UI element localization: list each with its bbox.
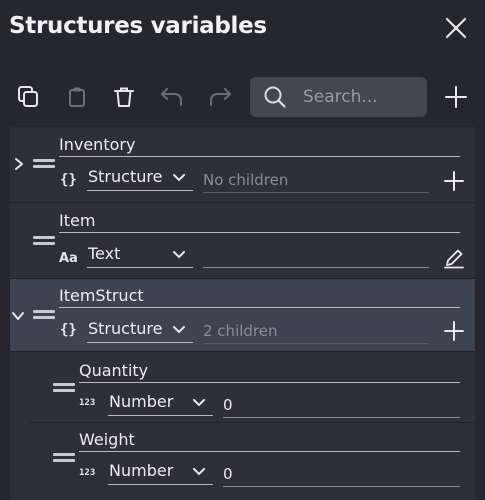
trash-icon[interactable] [110,83,138,111]
children-summary-text: No children [203,171,289,189]
chevron-down-icon [193,399,205,407]
type-select[interactable]: Number [108,461,213,485]
structure-type-icon: {} [60,172,77,188]
chevron-down-icon [173,174,185,182]
text-value-field[interactable] [203,244,429,268]
variable-name[interactable]: Weight [79,430,460,452]
variable-row-inventory[interactable]: Inventory {} Structure No children [10,127,475,203]
chevron-down-icon [173,251,185,259]
drag-handle-icon[interactable] [33,159,55,169]
add-child-icon[interactable] [443,320,465,342]
structure-type-icon: {} [60,322,77,338]
add-variable-icon[interactable] [442,83,470,111]
paste-icon[interactable] [63,83,91,111]
chevron-down-icon [173,326,185,334]
variable-row-item[interactable]: Item Aa Text [10,203,475,279]
type-select[interactable]: Number [108,392,213,416]
toolbar: Search... [0,74,485,120]
type-select-value: Number [109,392,174,411]
type-select-value: Number [109,461,174,480]
number-value: 0 [223,465,233,483]
undo-icon[interactable] [158,83,186,111]
copy-icon[interactable] [15,83,43,111]
type-select[interactable]: Structure [87,319,193,343]
search-icon [264,86,286,108]
chevron-right-icon[interactable] [12,157,26,171]
drag-handle-icon[interactable] [33,236,55,246]
variable-name[interactable]: Item [59,211,460,233]
edit-icon[interactable] [443,247,465,269]
variable-name[interactable]: Inventory [59,135,460,157]
redo-icon[interactable] [206,83,234,111]
chevron-down-icon [193,468,205,476]
search-placeholder: Search... [303,87,378,107]
drag-handle-icon[interactable] [33,310,55,320]
children-summary: No children [203,169,429,193]
variables-list: Inventory {} Structure No children Item … [10,127,475,500]
close-icon[interactable] [442,14,470,42]
variable-row-quantity[interactable]: Quantity 123 Number 0 [30,352,475,423]
number-value-field[interactable]: 0 [223,463,460,487]
type-select-value: Text [88,244,121,263]
number-type-icon: 123 [79,468,96,478]
drag-handle-icon[interactable] [53,383,75,393]
number-value: 0 [223,396,233,414]
search-input[interactable]: Search... [250,77,427,117]
variable-name[interactable]: Quantity [79,361,460,383]
variable-name[interactable]: ItemStruct [59,286,460,308]
drag-handle-icon[interactable] [53,453,75,463]
panel-header: Structures variables [0,0,485,56]
type-select-value: Structure [88,319,163,338]
type-select[interactable]: Structure [87,167,193,191]
type-select-value: Structure [88,167,163,186]
variable-row-weight[interactable]: Weight 123 Number 0 [30,423,475,500]
type-select[interactable]: Text [87,244,193,268]
number-value-field[interactable]: 0 [223,394,460,418]
variable-row-itemstruct[interactable]: ItemStruct {} Structure 2 children [10,279,475,352]
children-summary: 2 children [203,320,429,344]
number-type-icon: 123 [79,398,96,408]
children-summary-text: 2 children [203,322,278,340]
text-type-icon: Aa [59,251,78,266]
chevron-down-icon[interactable] [11,309,25,323]
panel-title: Structures variables [9,13,267,39]
add-child-icon[interactable] [443,170,465,192]
